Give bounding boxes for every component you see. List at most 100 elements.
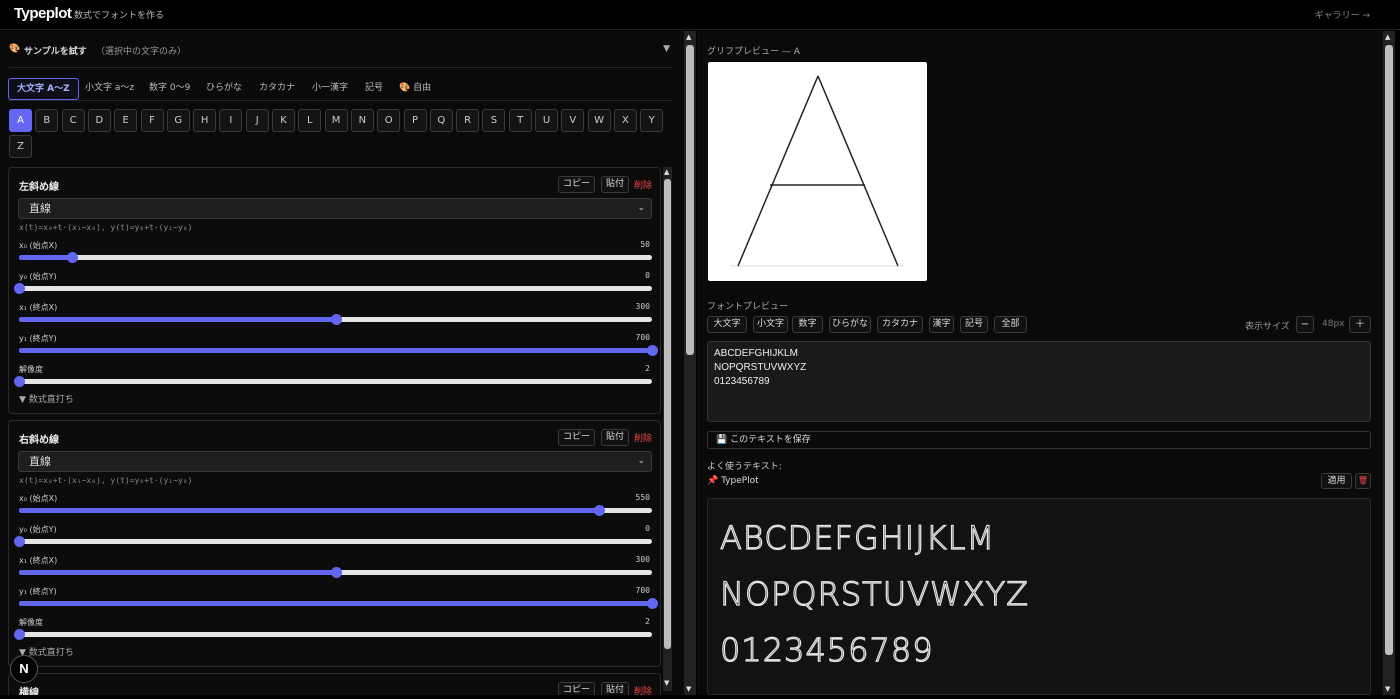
paste-button[interactable]: 貼付 — [601, 176, 629, 193]
param-slider[interactable] — [14, 283, 652, 294]
letter-button-v[interactable]: V — [561, 109, 585, 132]
favorite-item[interactable]: 📌 TypePlot — [707, 476, 759, 486]
scroll-down-icon[interactable]: ▼ — [686, 685, 691, 693]
scroll-up-icon[interactable]: ▲ — [664, 168, 669, 176]
preview-tab[interactable]: 記号 — [960, 316, 988, 333]
letter-button-f[interactable]: F — [140, 109, 164, 132]
category-tab[interactable]: 小文字 a〜z — [77, 78, 142, 100]
preview-tab[interactable]: ひらがな — [829, 316, 871, 333]
copy-button[interactable]: コピー — [558, 682, 595, 695]
stroke-type-select[interactable]: 直線 ⌄ — [18, 451, 652, 472]
letter-button-h[interactable]: H — [193, 109, 217, 132]
direct-formula-toggle[interactable]: ▼ 数式直打ち — [19, 392, 74, 405]
category-tab[interactable]: カタカナ — [251, 78, 303, 100]
delete-button[interactable]: 削除 — [634, 684, 652, 695]
scroll-down-icon[interactable]: ▼ — [664, 679, 669, 687]
letter-button-d[interactable]: D — [87, 109, 111, 132]
category-tab[interactable]: 🎨 自由 — [391, 78, 439, 100]
param-slider[interactable] — [14, 376, 652, 387]
param-slider[interactable] — [19, 567, 652, 578]
copy-button[interactable]: コピー — [558, 176, 595, 193]
letter-button-a[interactable]: A — [9, 109, 32, 132]
preview-panel: グリフプレビュー — A フォントプレビュー 大文字 小文字 数字 ひらがな カタカナ漢… — [697, 31, 1383, 695]
slider-handle[interactable] — [330, 567, 342, 578]
param-slider[interactable] — [19, 252, 652, 263]
render-line: NOPQRSTUVWXYZ — [720, 575, 1029, 613]
trash-icon[interactable]: 🗑 — [1355, 473, 1371, 489]
letter-button-p[interactable]: P — [403, 109, 427, 132]
category-tab[interactable]: ひらがな — [198, 78, 250, 100]
chevron-down-icon: ⌄ — [637, 456, 645, 466]
category-tab[interactable]: 小一漢字 — [304, 78, 356, 100]
paste-button[interactable]: 貼付 — [601, 682, 629, 695]
size-decrease-button[interactable]: − — [1296, 316, 1314, 333]
copy-button[interactable]: コピー — [558, 429, 595, 446]
save-text-button[interactable]: 💾 このテキストを保存 — [707, 431, 1371, 449]
slider-handle[interactable] — [594, 505, 606, 516]
letter-button-j[interactable]: J — [245, 109, 269, 132]
stroke-list-scroll-thumb[interactable] — [664, 179, 671, 649]
param-slider[interactable] — [19, 505, 652, 516]
slider-handle[interactable] — [14, 536, 25, 547]
letter-button-r[interactable]: R — [456, 109, 480, 132]
chevron-down-icon: ▼ — [663, 44, 670, 54]
category-tab[interactable]: 大文字 A〜Z — [8, 78, 79, 100]
gallery-link[interactable]: ギャラリー → — [1315, 8, 1370, 21]
slider-handle[interactable] — [647, 598, 658, 609]
preview-tab[interactable]: 小文字 — [753, 316, 788, 333]
preview-text-input[interactable]: ABCDEFGHIJKLM NOPQRSTUVWXYZ 0123456789 — [707, 341, 1371, 422]
param-slider[interactable] — [19, 314, 652, 325]
paste-button[interactable]: 貼付 — [601, 429, 629, 446]
delete-button[interactable]: 削除 — [634, 431, 652, 444]
letter-button-o[interactable]: O — [377, 109, 401, 132]
preview-tab[interactable]: 漢字 — [929, 316, 954, 333]
category-tab[interactable]: 数字 0〜9 — [141, 78, 198, 100]
apply-button[interactable]: 適用 — [1321, 473, 1352, 489]
stroke-type-select[interactable]: 直線 ⌄ — [18, 198, 652, 219]
letter-button-k[interactable]: K — [272, 109, 295, 132]
letter-button-z[interactable]: Z — [9, 135, 32, 158]
next-badge[interactable]: N — [10, 655, 38, 683]
preview-tab[interactable]: 大文字 — [707, 316, 747, 333]
category-tab[interactable]: 記号 — [357, 78, 391, 100]
scroll-up-icon[interactable]: ▲ — [686, 33, 691, 41]
letter-button-u[interactable]: U — [535, 109, 558, 132]
slider-handle[interactable] — [14, 376, 25, 387]
letter-button-t[interactable]: T — [508, 109, 532, 132]
slider-handle[interactable] — [14, 283, 25, 294]
letter-button-g[interactable]: G — [166, 109, 190, 132]
slider-handle[interactable] — [647, 345, 658, 356]
letter-button-m[interactable]: M — [324, 109, 348, 132]
letter-button-b[interactable]: B — [35, 109, 59, 132]
scroll-up-icon[interactable]: ▲ — [1385, 33, 1390, 41]
letter-button-y[interactable]: Y — [640, 109, 664, 132]
letter-button-c[interactable]: C — [61, 109, 85, 132]
preview-scroll-thumb[interactable] — [1385, 45, 1393, 655]
letter-button-s[interactable]: S — [482, 109, 506, 132]
size-increase-button[interactable]: ＋ — [1349, 316, 1371, 333]
letter-button-q[interactable]: Q — [429, 109, 453, 132]
app-logo[interactable]: Typeplot — [14, 5, 72, 22]
preview-tab[interactable]: 数字 — [792, 316, 823, 333]
letter-button-e[interactable]: E — [114, 109, 138, 132]
param-slider[interactable] — [19, 345, 658, 356]
stroke-card: 横線 コピー 貼付 削除 — [8, 673, 661, 695]
letter-button-w[interactable]: W — [587, 109, 611, 132]
delete-button[interactable]: 削除 — [634, 178, 652, 191]
sample-toggle[interactable]: 🎨 サンプルを試す （選択中の文字のみ） ▼ — [9, 41, 672, 68]
slider-handle[interactable] — [66, 252, 78, 263]
param-value: 300 — [635, 302, 650, 311]
letter-button-x[interactable]: X — [613, 109, 637, 132]
param-slider[interactable] — [19, 598, 658, 609]
param-slider[interactable] — [14, 536, 652, 547]
letter-button-i[interactable]: I — [219, 109, 243, 132]
slider-handle[interactable] — [14, 629, 25, 640]
letter-button-n[interactable]: N — [350, 109, 374, 132]
scroll-down-icon[interactable]: ▼ — [1385, 685, 1390, 693]
editor-scroll-thumb[interactable] — [686, 45, 694, 355]
preview-tab[interactable]: 全部 — [994, 316, 1027, 333]
param-slider[interactable] — [14, 629, 652, 640]
slider-handle[interactable] — [330, 314, 342, 325]
letter-button-l[interactable]: L — [298, 109, 322, 132]
preview-tab[interactable]: カタカナ — [877, 316, 923, 333]
